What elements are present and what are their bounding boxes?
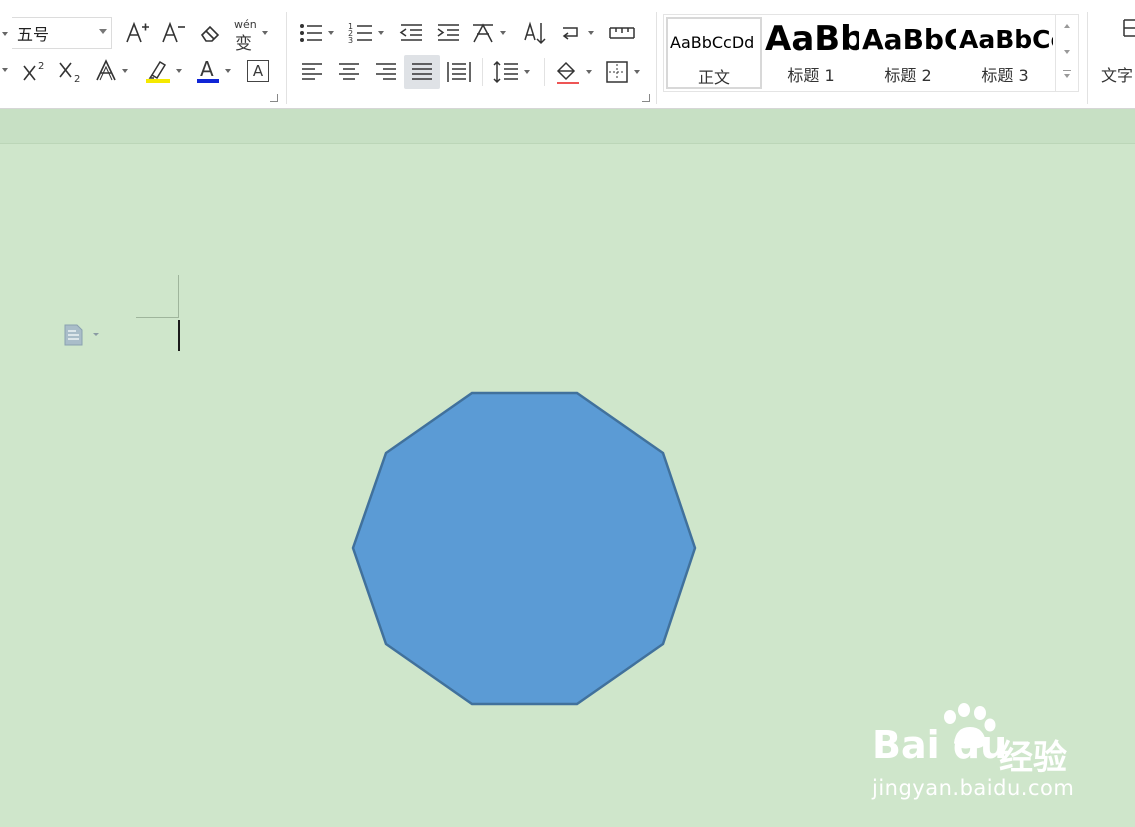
watermark-url: jingyan.baidu.com	[872, 776, 1075, 800]
watermark-brand: Bai du	[872, 723, 1008, 767]
nonagon-shape[interactable]	[351, 391, 697, 706]
watermark-brand-cn: 经验	[999, 738, 1067, 778]
baidu-jingyan-watermark: Bai du 经验 jingyan.baidu.com	[868, 703, 1098, 813]
